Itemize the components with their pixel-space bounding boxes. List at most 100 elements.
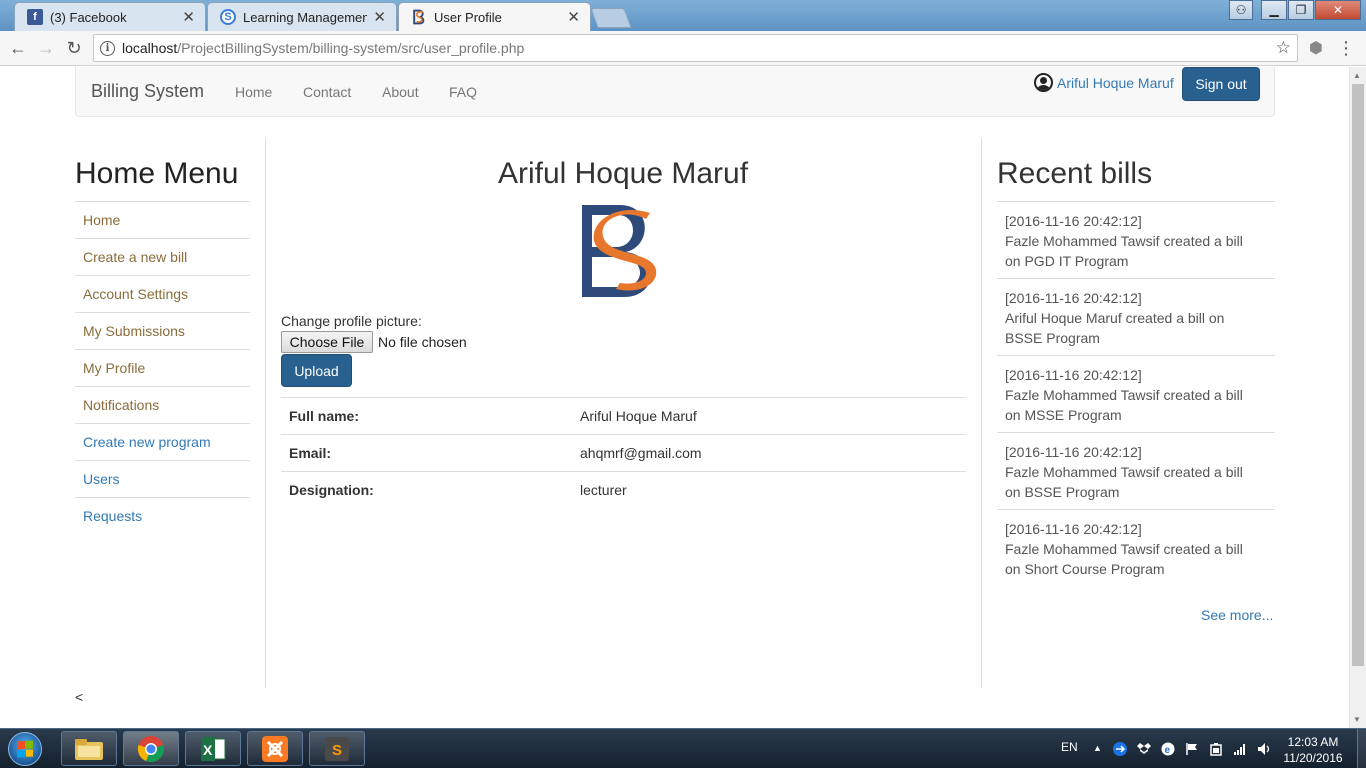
svg-text:X: X: [203, 742, 213, 758]
close-window-button[interactable]: ✕: [1315, 0, 1361, 20]
bill-text: Fazle Mohammed Tawsif created a bill: [1005, 464, 1243, 480]
chrome-taskbar-button[interactable]: [123, 731, 179, 766]
menu-item-label[interactable]: Create new program: [83, 434, 211, 450]
file-input[interactable]: Choose File No file chosen: [281, 331, 467, 353]
see-more-link[interactable]: See more...: [1201, 607, 1273, 623]
tab-label: User Profile: [434, 9, 502, 25]
bookmark-star-icon[interactable]: ☆: [1276, 38, 1291, 58]
close-icon[interactable]: ✕: [373, 8, 386, 26]
tab-facebook[interactable]: f (3) Facebook ✕: [14, 2, 206, 31]
menu-icon[interactable]: ⋮: [1334, 36, 1358, 60]
xampp-taskbar-button[interactable]: [247, 731, 303, 766]
profile-info-table: Full name: Ariful Hoque Maruf Email: ahq…: [281, 397, 966, 509]
back-arrow-icon[interactable]: ←: [6, 36, 30, 60]
field-value: Ariful Hoque Maruf: [572, 397, 966, 435]
user-name[interactable]: Ariful Hoque Maruf: [1057, 75, 1174, 91]
menu-item-home[interactable]: Home: [75, 201, 250, 238]
page-viewport: Billing System Home Contact About FAQ Ar…: [0, 67, 1349, 728]
volume-icon[interactable]: [1257, 742, 1271, 756]
bill-text: on Short Course Program: [1005, 561, 1165, 577]
tab-learning-management[interactable]: S Learning Management Sy ✕: [207, 2, 397, 31]
scroll-down-icon[interactable]: ▼: [1353, 715, 1361, 724]
menu-item-create-bill[interactable]: Create a new bill: [75, 238, 250, 275]
table-row: Designation: lecturer: [281, 471, 966, 509]
vertical-scrollbar[interactable]: ▲ ▼: [1349, 67, 1366, 728]
excel-taskbar-button[interactable]: X: [185, 731, 241, 766]
extension-icon[interactable]: ⬢: [1304, 36, 1328, 60]
user-menu[interactable]: Ariful Hoque Maruf: [1034, 73, 1174, 92]
xampp-icon: [262, 735, 288, 762]
close-icon[interactable]: ✕: [182, 8, 195, 26]
show-hidden-icons[interactable]: ▲: [1093, 743, 1102, 753]
teamviewer-icon[interactable]: [1113, 742, 1127, 756]
battery-icon[interactable]: [1209, 742, 1223, 756]
reload-icon[interactable]: ↻: [62, 36, 86, 60]
scroll-up-icon[interactable]: ▲: [1353, 71, 1361, 80]
maximize-button[interactable]: ❐: [1288, 0, 1314, 20]
upload-button[interactable]: Upload: [281, 354, 352, 387]
field-label: Designation:: [281, 471, 572, 509]
show-desktop-button[interactable]: [1357, 729, 1366, 768]
browser-toolbar: ← → ↻ i localhost/ProjectBillingSystem/b…: [0, 31, 1366, 66]
menu-item-label[interactable]: My Profile: [83, 360, 145, 376]
table-row: Email: ahqmrf@gmail.com: [281, 434, 966, 472]
scrollbar-thumb[interactable]: [1352, 84, 1364, 666]
menu-item-notifications[interactable]: Notifications: [75, 386, 250, 423]
menu-item-my-submissions[interactable]: My Submissions: [75, 312, 250, 349]
field-value: lecturer: [572, 471, 966, 509]
new-tab-button[interactable]: [590, 8, 632, 28]
home-menu-title: Home Menu: [75, 157, 239, 190]
menu-item-users[interactable]: Users: [75, 460, 250, 497]
address-bar[interactable]: i localhost/ProjectBillingSystem/billing…: [93, 34, 1298, 62]
menu-item-label[interactable]: Create a new bill: [83, 249, 187, 265]
explorer-taskbar-button[interactable]: [61, 731, 117, 766]
menu-item-label[interactable]: Account Settings: [83, 286, 188, 302]
list-item: [2016-11-16 20:42:12] Fazle Mohammed Taw…: [997, 509, 1275, 586]
menu-item-label[interactable]: Home: [83, 212, 120, 228]
nav-link-home[interactable]: Home: [235, 84, 272, 100]
menu-item-label[interactable]: Users: [83, 471, 120, 487]
lms-icon: S: [220, 9, 236, 25]
user-icon: [1034, 73, 1053, 92]
network-signal-icon[interactable]: [1233, 742, 1247, 756]
sign-out-button[interactable]: Sign out: [1182, 67, 1260, 101]
field-label: Full name:: [281, 397, 572, 435]
brand[interactable]: Billing System: [91, 81, 204, 102]
bill-timestamp: [2016-11-16 20:42:12]: [1005, 444, 1142, 460]
menu-item-requests[interactable]: Requests: [75, 497, 250, 534]
browser-titlebar: f (3) Facebook ✕ S Learning Management S…: [0, 0, 1366, 31]
minimize-button[interactable]: ▁: [1261, 0, 1287, 20]
user-profile-icon[interactable]: ⚇: [1229, 0, 1253, 20]
tab-label: Learning Management Sy: [243, 9, 368, 25]
menu-item-my-profile[interactable]: My Profile: [75, 349, 250, 386]
language-indicator[interactable]: EN: [1061, 740, 1078, 754]
list-item: [2016-11-16 20:42:12] Fazle Mohammed Taw…: [997, 355, 1275, 432]
list-item: [2016-11-16 20:42:12] Fazle Mohammed Taw…: [997, 201, 1275, 278]
recent-bills-title: Recent bills: [997, 157, 1153, 190]
sublime-icon: S: [325, 736, 349, 761]
menu-item-label[interactable]: Requests: [83, 508, 142, 524]
bill-timestamp: [2016-11-16 20:42:12]: [1005, 367, 1142, 383]
info-icon[interactable]: i: [100, 40, 115, 56]
taskbar: X S EN ▲ e 12:03 AM 11/20/2016: [0, 728, 1366, 768]
menu-item-label[interactable]: Notifications: [83, 397, 159, 413]
sublime-taskbar-button[interactable]: S: [309, 731, 365, 766]
close-icon[interactable]: ✕: [567, 8, 580, 26]
home-menu: Home Create a new bill Account Settings …: [75, 201, 250, 534]
system-clock[interactable]: 12:03 AM 11/20/2016: [1278, 734, 1348, 766]
nav-link-faq[interactable]: FAQ: [449, 84, 477, 100]
dropbox-icon[interactable]: [1137, 742, 1151, 756]
action-center-flag-icon[interactable]: [1185, 742, 1199, 756]
menu-item-label[interactable]: My Submissions: [83, 323, 185, 339]
nav-link-about[interactable]: About: [382, 84, 419, 100]
nav-link-contact[interactable]: Contact: [303, 84, 351, 100]
forward-arrow-icon[interactable]: →: [34, 36, 58, 60]
start-button[interactable]: [4, 731, 46, 767]
tab-user-profile[interactable]: User Profile ✕: [398, 2, 591, 31]
browser-tray-icon[interactable]: e: [1161, 742, 1175, 756]
menu-item-account-settings[interactable]: Account Settings: [75, 275, 250, 312]
folder-icon: [75, 738, 103, 760]
choose-file-button[interactable]: Choose File: [281, 331, 373, 353]
menu-item-create-program[interactable]: Create new program: [75, 423, 250, 460]
tab-label: (3) Facebook: [50, 9, 127, 25]
